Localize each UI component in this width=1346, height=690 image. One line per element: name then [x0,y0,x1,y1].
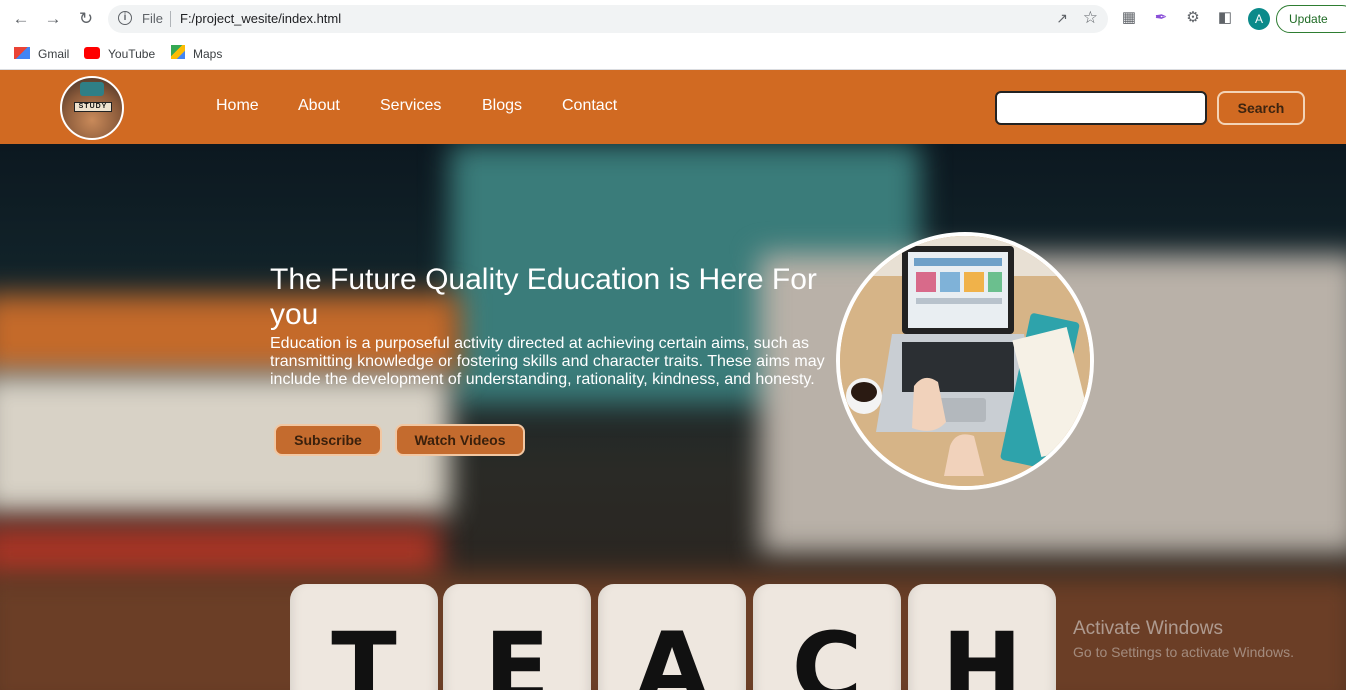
maps-icon [171,45,185,59]
extension-grid-icon[interactable]: ▦ [1120,9,1138,27]
bookmark-maps[interactable]: Maps [171,44,222,64]
hero-title: The Future Quality Education is Here For… [270,263,817,331]
nav-services[interactable]: Services [380,97,441,115]
dice-h: H [908,584,1056,690]
back-icon[interactable]: ← [10,8,32,30]
bookmark-label: YouTube [108,47,156,61]
menu-dots-icon[interactable]: ⋮ [1341,6,1346,32]
site-header: STUDY Home About Services Blogs Contact … [0,70,1346,144]
bookmark-gmail[interactable]: Gmail [14,44,69,64]
dice-a: A [598,584,746,690]
hero-image [836,232,1094,490]
bookmark-youtube[interactable]: YouTube [84,44,155,64]
browser-toolbar: ← → ↻ i File F:/project_wesite/index.htm… [0,0,1346,38]
search-button[interactable]: Search [1217,91,1305,125]
address-bar[interactable]: i File F:/project_wesite/index.html ↗ ☆ [108,5,1108,33]
search-input[interactable] [995,91,1207,125]
bookmark-label: Maps [193,47,223,61]
hero-section: T E A C H The Future Quality Education i… [0,144,1346,690]
site-logo[interactable]: STUDY [60,76,124,140]
site-info-icon[interactable]: i [118,11,132,25]
dice-e: E [443,584,591,690]
bookmark-star-icon[interactable]: ☆ [1083,8,1098,28]
extension-feather-icon[interactable]: ✒ [1152,9,1170,27]
share-icon[interactable]: ↗ [1056,10,1068,27]
dice-letter: H [941,612,1023,690]
extensions-puzzle-icon[interactable]: ⚙ [1184,9,1202,27]
url-text[interactable]: F:/project_wesite/index.html [180,11,341,26]
watch-videos-button[interactable]: Watch Videos [395,424,525,456]
youtube-icon [84,47,100,59]
dice-t: T [290,584,438,690]
dice-letter: E [484,612,550,690]
update-label: Update [1289,12,1328,26]
bg-white-pages [0,374,450,514]
forward-icon[interactable]: → [42,8,64,30]
side-panel-icon[interactable]: ◧ [1216,9,1234,27]
dice-letter: T [331,612,397,690]
laptop-illustration [840,236,1090,486]
dice-c: C [753,584,901,690]
nav-contact[interactable]: Contact [562,97,617,115]
nav-blogs[interactable]: Blogs [482,97,522,115]
dice-letter: C [791,612,863,690]
logo-graduation-cap [80,82,104,96]
activate-windows-title: Activate Windows [1073,618,1223,639]
activate-windows-subtitle: Go to Settings to activate Windows. [1073,644,1294,660]
nav-home[interactable]: Home [216,97,259,115]
subscribe-button[interactable]: Subscribe [274,424,382,456]
update-button[interactable]: Update ⋮ [1276,5,1346,33]
reload-icon[interactable]: ↻ [75,8,97,30]
address-separator [170,11,171,27]
bookmark-label: Gmail [38,47,70,61]
bookmarks-bar: Gmail YouTube Maps [0,38,1346,70]
logo-text: STUDY [74,102,112,112]
nav-about[interactable]: About [298,97,340,115]
gmail-icon [14,47,30,59]
url-scheme: File [142,11,163,26]
profile-avatar[interactable]: A [1248,8,1270,30]
dice-letter: A [634,612,710,690]
hero-description: Education is a purposeful activity direc… [270,335,825,388]
